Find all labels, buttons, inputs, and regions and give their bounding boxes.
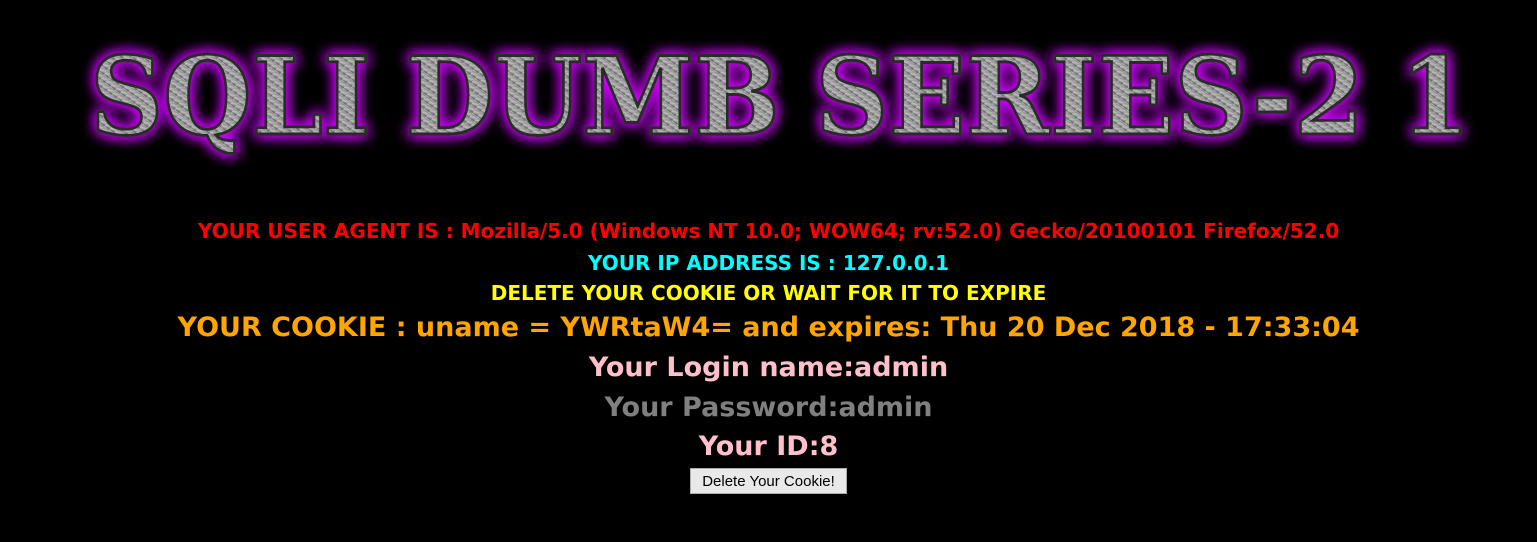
user-id-text: Your ID:8 bbox=[698, 431, 839, 462]
login-name-text: Your Login name:admin bbox=[588, 352, 949, 383]
banner-logo: SQLI DUMB SERIES-2 1 bbox=[60, 22, 1500, 172]
delete-cookie-notice: DELETE YOUR COOKIE OR WAIT FOR IT TO EXP… bbox=[490, 281, 1047, 305]
page: SQLI DUMB SERIES-2 1 YOUR USER AGENT IS … bbox=[0, 0, 1537, 542]
delete-cookie-button[interactable]: Delete Your Cookie! bbox=[690, 468, 847, 494]
banner-title-text: SQLI DUMB SERIES-2 1 bbox=[90, 34, 1470, 160]
info-panel: YOUR USER AGENT IS : Mozilla/5.0 (Window… bbox=[0, 214, 1537, 494]
cookie-text: YOUR COOKIE : uname = YWRtaW4= and expir… bbox=[177, 312, 1360, 343]
ip-address-text: YOUR IP ADDRESS IS : 127.0.0.1 bbox=[587, 251, 950, 275]
user-agent-text: YOUR USER AGENT IS : Mozilla/5.0 (Window… bbox=[197, 219, 1340, 243]
password-text: Your Password:admin bbox=[604, 392, 933, 423]
banner-logo-image: SQLI DUMB SERIES-2 1 bbox=[89, 33, 1472, 162]
delete-cookie-form: Delete Your Cookie! bbox=[0, 468, 1537, 494]
